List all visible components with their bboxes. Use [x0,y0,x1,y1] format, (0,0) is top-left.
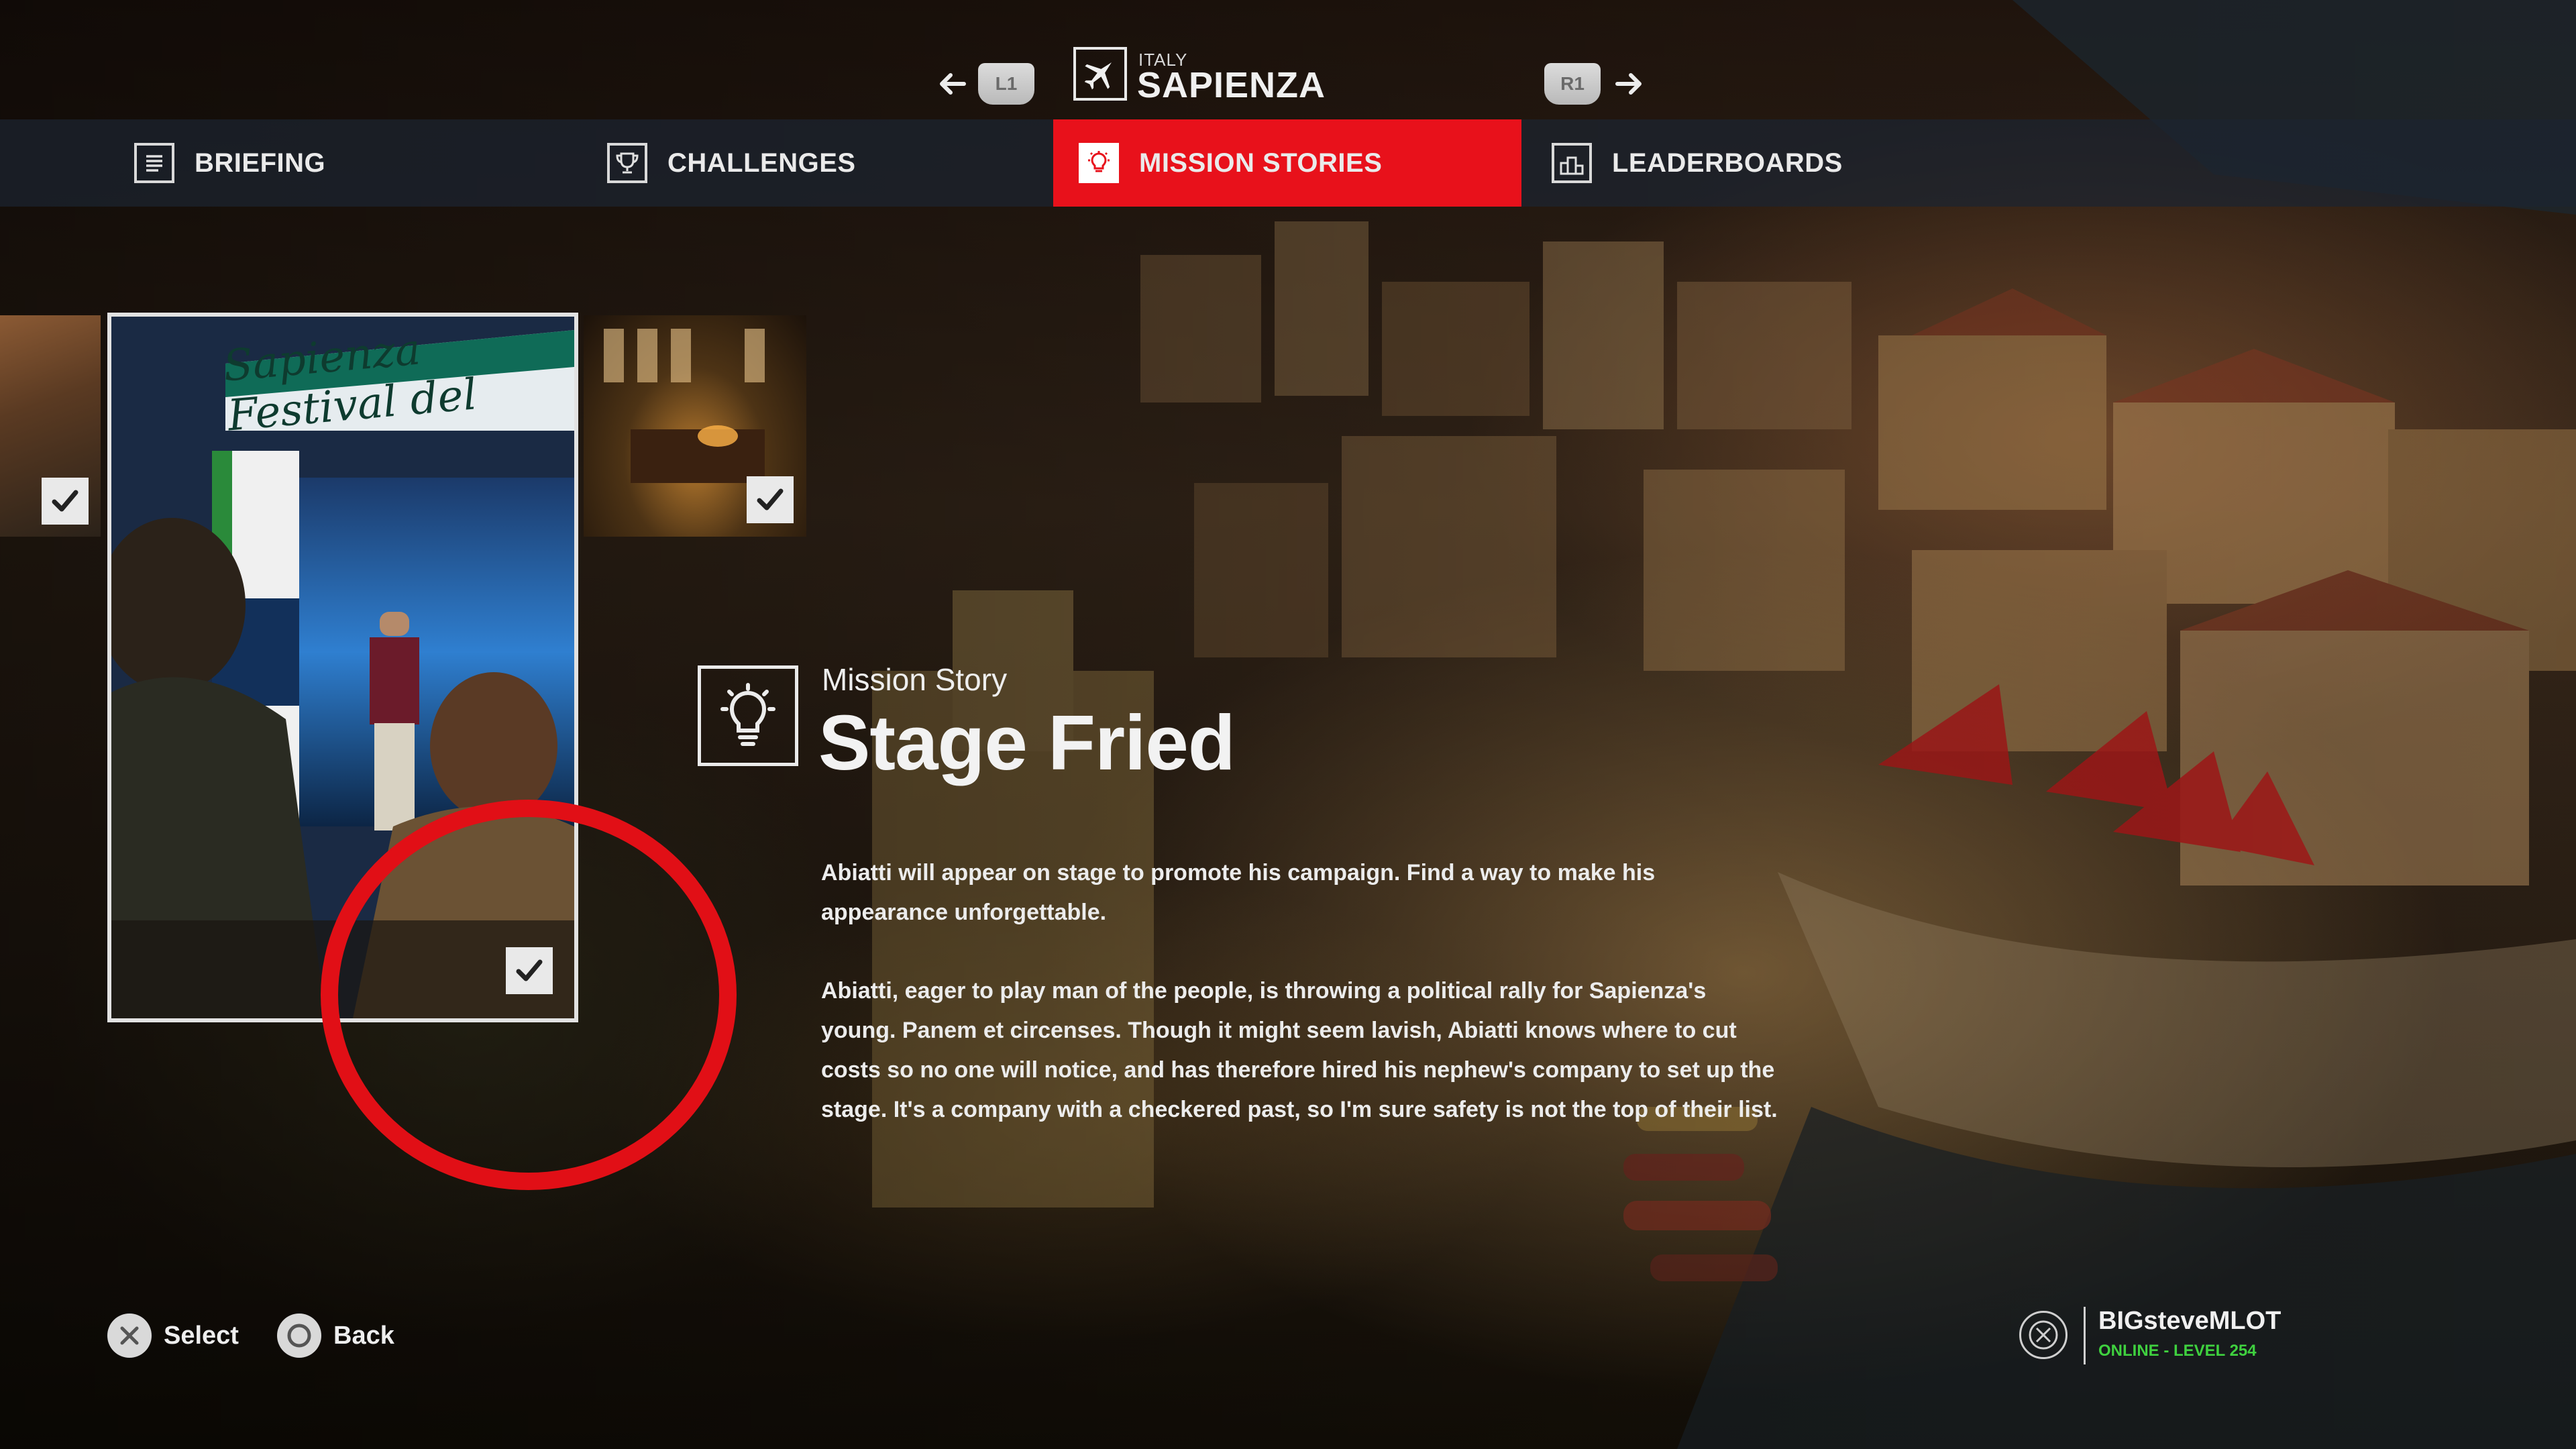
tab-label: CHALLENGES [667,148,856,178]
podium-icon [1552,143,1592,183]
mission-title: Stage Fried [818,699,1236,786]
r1-button[interactable]: R1 [1544,63,1601,105]
document-icon [134,143,174,183]
profile-divider [2084,1307,2086,1364]
tab-label: MISSION STORIES [1139,148,1383,178]
lightbulb-icon [1079,143,1119,183]
tab-mission-stories[interactable]: MISSION STORIES [1053,119,1521,207]
mission-type-label: Mission Story [822,662,1008,697]
trophy-icon [607,143,647,183]
tab-label: BRIEFING [195,148,326,178]
checkmark-icon [52,490,78,512]
select-hint[interactable]: Select [107,1313,239,1358]
back-label: Back [333,1321,394,1350]
select-label: Select [164,1321,239,1350]
tab-label: LEADERBOARDS [1612,148,1843,178]
mission-card-previous[interactable] [0,315,101,537]
back-hint[interactable]: Back [277,1313,394,1358]
next-location-arrow[interactable] [1609,64,1649,104]
circle-button-icon [277,1313,321,1358]
location-city: SAPIENZA [1137,65,1326,105]
completed-checkbox [42,478,89,525]
player-status: ONLINE - LEVEL 254 [2098,1342,2257,1360]
tab-leaderboards[interactable]: LEADERBOARDS [1552,119,1843,207]
arrow-right-icon [1615,73,1642,95]
plane-icon [1073,47,1127,101]
mission-card-next[interactable] [584,315,806,537]
arrow-left-icon [940,73,966,95]
tab-bar: BRIEFING CHALLENGES MISSION STORIES LEAD… [0,119,2576,207]
previous-location-arrow[interactable] [932,64,973,104]
player-username: BIGsteveMLOT [2098,1307,2282,1335]
tab-briefing[interactable]: BRIEFING [134,119,325,207]
mission-description-summary: Abiatti will appear on stage to promote … [821,860,1656,925]
checkmark-icon [757,488,784,511]
completed-checkbox [747,476,794,523]
annotation-circle [321,800,737,1190]
cross-button-icon [107,1313,152,1358]
lightbulb-icon [698,665,798,766]
mission-description-detail: Abiatti, eager to play man of the people… [821,978,1778,1122]
l1-button[interactable]: L1 [978,63,1034,105]
agency-logo-icon [2019,1311,2068,1359]
tab-challenges[interactable]: CHALLENGES [607,119,856,207]
